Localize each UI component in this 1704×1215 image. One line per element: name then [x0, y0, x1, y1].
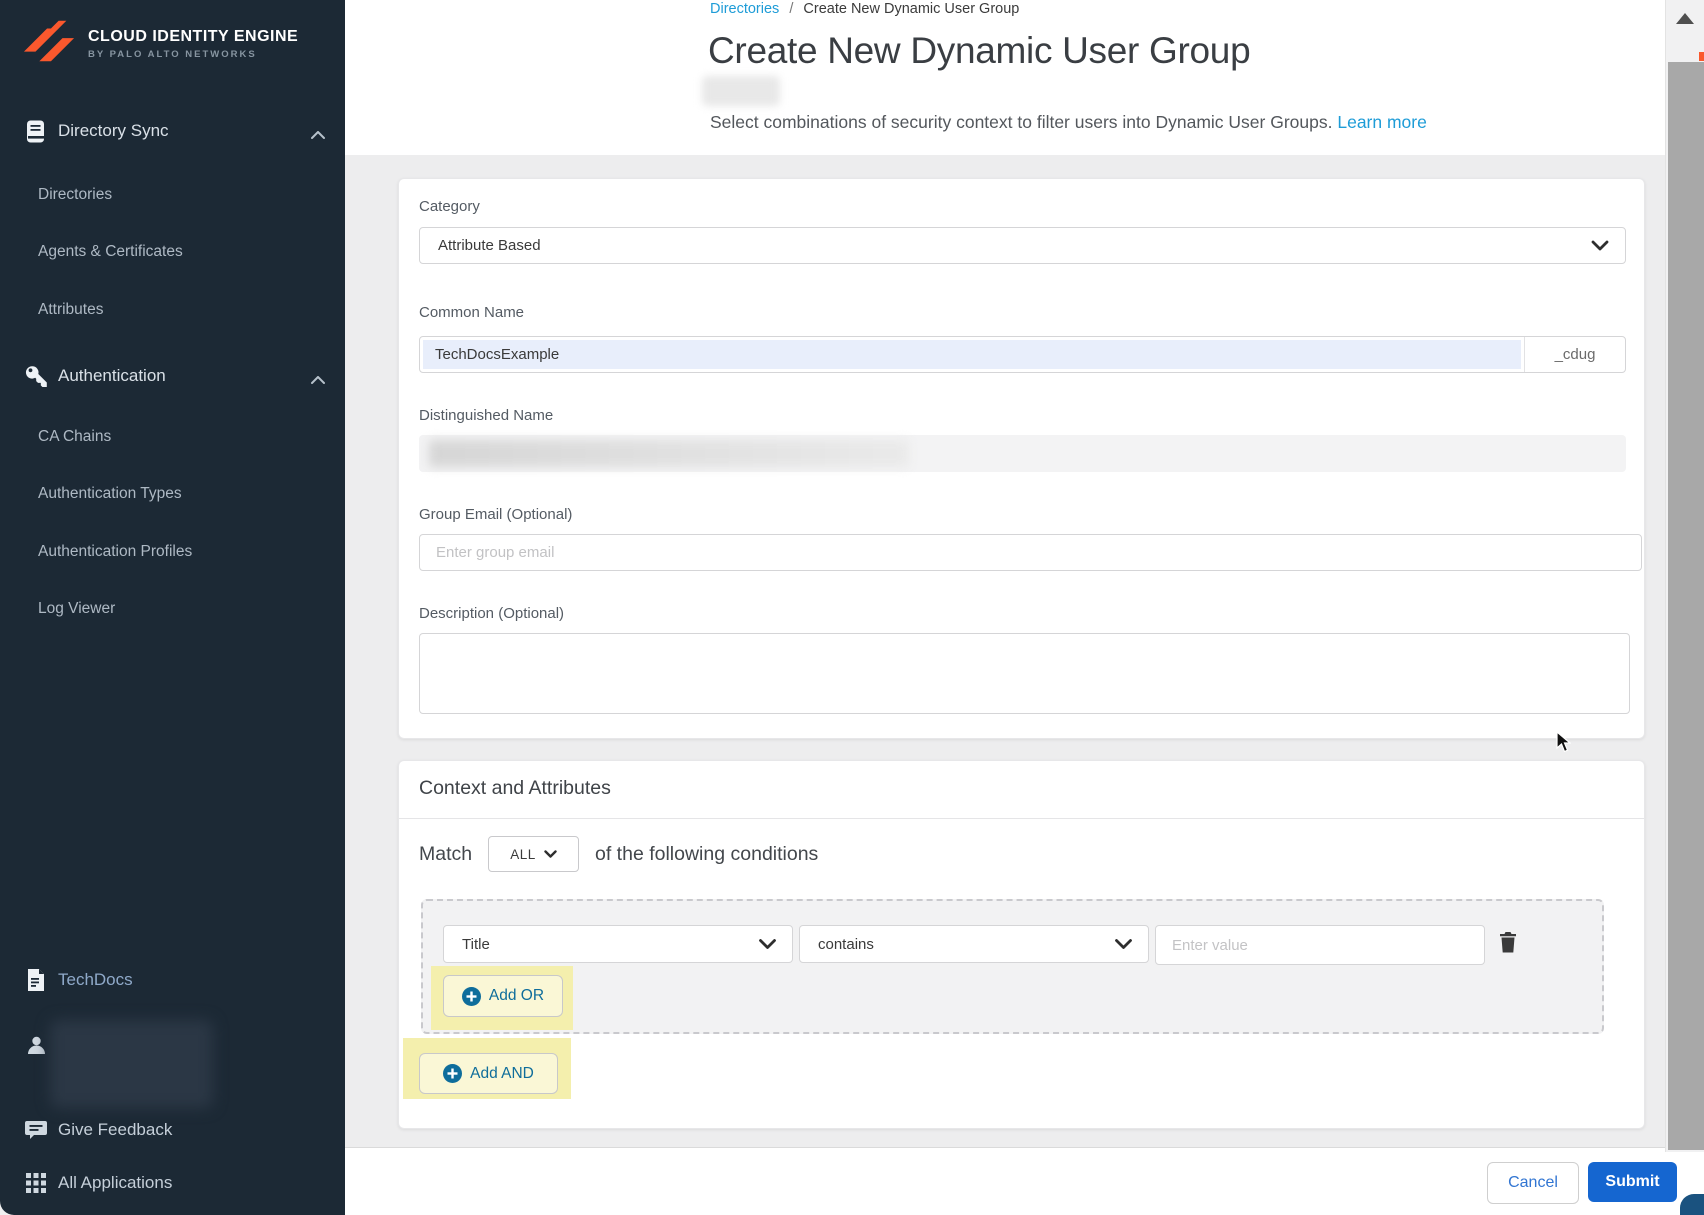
chevron-up-icon[interactable]: [311, 126, 325, 144]
sidebar-item-techdocs[interactable]: TechDocs: [0, 963, 345, 997]
scrollbar-thumb[interactable]: [1668, 62, 1704, 1150]
add-or-label: Add OR: [489, 987, 544, 1005]
add-and-label: Add AND: [470, 1065, 534, 1083]
description-textarea[interactable]: [419, 633, 1630, 714]
description-label: Description (Optional): [419, 605, 564, 622]
user-icon: [24, 1035, 48, 1056]
sidebar-item-agents-certificates[interactable]: Agents & Certificates: [38, 243, 183, 261]
category-label: Category: [419, 198, 480, 215]
breadcrumb-directories-link[interactable]: Directories: [710, 1, 779, 17]
context-attributes-card: Context and Attributes Match ALL of the …: [398, 760, 1645, 1129]
sidebar-item-all-applications[interactable]: All Applications: [0, 1166, 345, 1200]
subtitle-text: Select combinations of security context …: [710, 112, 1332, 132]
section-title: Context and Attributes: [419, 777, 611, 800]
common-name-label: Common Name: [419, 304, 524, 321]
sidebar-item-attributes[interactable]: Attributes: [38, 301, 103, 319]
common-name-suffix: _cdug: [1524, 337, 1625, 372]
scrollbar-up-arrow[interactable]: [1676, 13, 1694, 24]
add-or-button[interactable]: Add OR: [443, 975, 563, 1017]
sidebar: CLOUD IDENTITY ENGINE BY PALO ALTO NETWO…: [0, 0, 345, 1215]
submit-button[interactable]: Submit: [1588, 1162, 1677, 1202]
learn-more-link[interactable]: Learn more: [1337, 112, 1427, 132]
brand-text: CLOUD IDENTITY ENGINE BY PALO ALTO NETWO…: [88, 28, 298, 60]
operator-value: contains: [818, 936, 1115, 953]
distinguished-name-readonly: [419, 435, 1626, 472]
sidebar-section-label: Directory Sync: [58, 121, 169, 141]
sidebar-section-authentication[interactable]: Authentication: [0, 359, 345, 393]
feedback-corner-widget[interactable]: [1680, 1194, 1704, 1215]
feedback-icon: [24, 1120, 48, 1141]
scrollbar-marker: [1699, 52, 1704, 61]
category-select[interactable]: Attribute Based: [419, 227, 1626, 264]
common-name-field[interactable]: TechDocsExample _cdug: [419, 336, 1626, 373]
redacted-chip: [702, 76, 780, 106]
page-subtitle: Select combinations of security context …: [710, 112, 1427, 133]
plus-circle-icon: [443, 1064, 462, 1083]
sidebar-item-log-viewer[interactable]: Log Viewer: [38, 600, 115, 618]
plus-circle-icon: [462, 987, 481, 1006]
sidebar-item-ca-chains[interactable]: CA Chains: [38, 428, 111, 446]
cloud-identity-engine-app: CLOUD IDENTITY ENGINE BY PALO ALTO NETWO…: [0, 0, 1704, 1215]
chevron-down-icon: [1115, 939, 1132, 949]
brand-title: CLOUD IDENTITY ENGINE: [88, 28, 298, 46]
sidebar-section-label: Authentication: [58, 366, 166, 386]
page-title: Create New Dynamic User Group: [708, 30, 1250, 72]
breadcrumb-separator: /: [789, 1, 793, 17]
section-header: Context and Attributes: [399, 761, 1644, 819]
content-header: Directories / Create New Dynamic User Gr…: [345, 0, 1704, 155]
group-details-card: Category Attribute Based Common Name Tec…: [398, 178, 1645, 739]
attribute-select[interactable]: Title: [443, 925, 793, 963]
book-icon: [24, 120, 48, 143]
sidebar-item-authentication-profiles[interactable]: Authentication Profiles: [38, 543, 192, 561]
attribute-value: Title: [462, 936, 759, 953]
document-icon: [24, 969, 48, 991]
key-icon: [24, 365, 48, 388]
grid-icon: [24, 1173, 48, 1193]
chevron-down-icon: [544, 850, 557, 858]
breadcrumb: Directories / Create New Dynamic User Gr…: [710, 1, 1019, 17]
palo-alto-logo-icon: [22, 18, 76, 69]
give-feedback-label: Give Feedback: [58, 1120, 172, 1140]
trash-icon[interactable]: [1499, 932, 1517, 958]
sidebar-item-give-feedback[interactable]: Give Feedback: [0, 1113, 345, 1147]
breadcrumb-current: Create New Dynamic User Group: [803, 1, 1019, 17]
match-all-value: ALL: [510, 847, 536, 862]
add-and-button[interactable]: Add AND: [419, 1053, 558, 1094]
chevron-up-icon[interactable]: [311, 371, 325, 389]
operator-select[interactable]: contains: [799, 925, 1149, 963]
condition-group: Title contains: [421, 899, 1604, 1034]
redacted-username: [50, 1020, 213, 1108]
sidebar-item-authentication-types[interactable]: Authentication Types: [38, 485, 182, 503]
redacted-distinguished-name: [429, 440, 909, 467]
match-all-select[interactable]: ALL: [488, 836, 579, 872]
condition-value-input[interactable]: [1155, 925, 1485, 965]
cancel-button[interactable]: Cancel: [1487, 1162, 1579, 1204]
match-label: Match: [419, 843, 472, 866]
category-value: Attribute Based: [438, 237, 1591, 254]
sidebar-item-directories[interactable]: Directories: [38, 186, 112, 204]
distinguished-name-label: Distinguished Name: [419, 407, 553, 424]
all-applications-label: All Applications: [58, 1173, 172, 1193]
chevron-down-icon: [1591, 240, 1609, 251]
group-email-label: Group Email (Optional): [419, 506, 572, 523]
sidebar-section-directory-sync[interactable]: Directory Sync: [0, 114, 345, 148]
common-name-input[interactable]: TechDocsExample: [423, 340, 1521, 369]
match-suffix: of the following conditions: [595, 843, 818, 866]
chevron-down-icon: [759, 939, 776, 949]
common-name-value: TechDocsExample: [435, 346, 559, 363]
brand: CLOUD IDENTITY ENGINE BY PALO ALTO NETWO…: [22, 18, 298, 69]
brand-subtitle: BY PALO ALTO NETWORKS: [88, 49, 298, 60]
group-email-input[interactable]: [419, 534, 1642, 571]
mouse-cursor: [1556, 731, 1571, 758]
techdocs-label: TechDocs: [58, 970, 133, 990]
